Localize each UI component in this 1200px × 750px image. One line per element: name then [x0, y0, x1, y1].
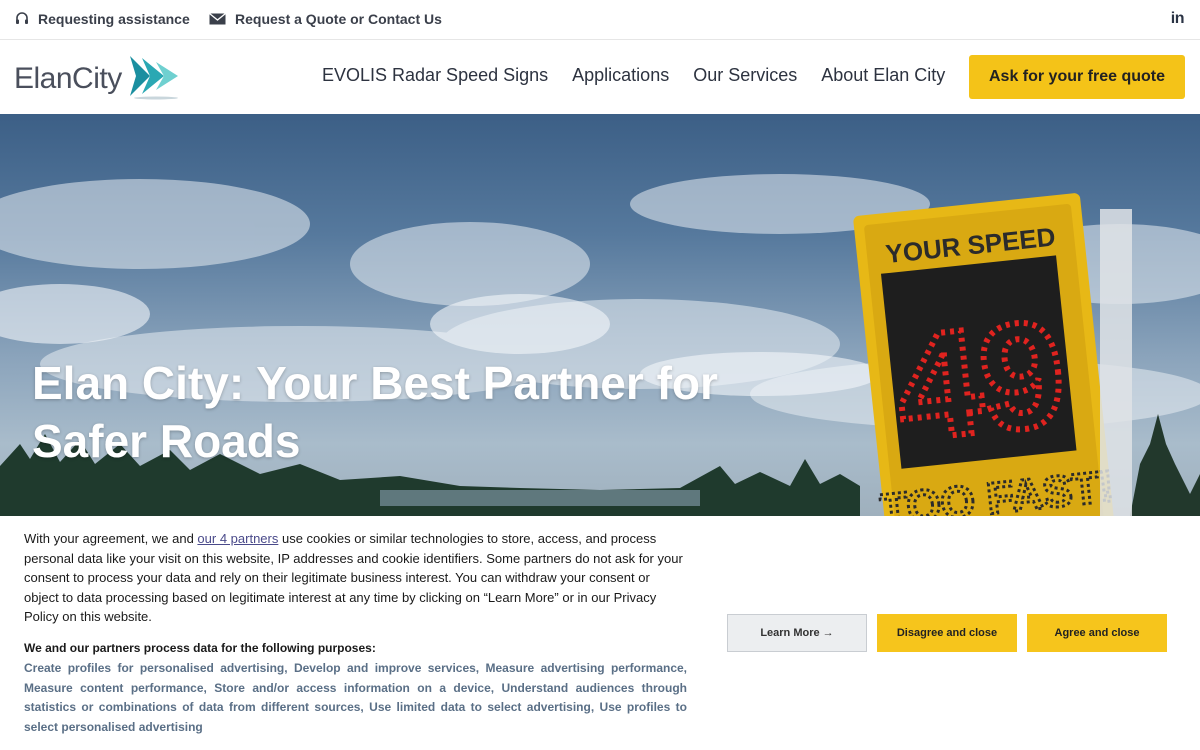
logo-wordmark: ElanCity — [14, 61, 122, 95]
requesting-assistance-link[interactable]: Requesting assistance — [15, 11, 190, 27]
learn-more-button[interactable]: Learn More → — [727, 614, 867, 652]
hero-banner: YOUR SPEED 49 TOO FAST! Elan City: Your … — [0, 114, 1200, 516]
cookie-consent-text: With your agreement, we and our 4 partne… — [24, 529, 687, 627]
cookie-text-lead: With your agreement, we and — [24, 531, 198, 546]
headset-icon — [15, 12, 29, 26]
main-nav: EVOLIS Radar Speed Signs Applications Ou… — [322, 65, 945, 86]
free-quote-button[interactable]: Ask for your free quote — [969, 55, 1185, 99]
sign-speed-digits: 49 — [889, 288, 1073, 473]
agree-and-close-button[interactable]: Agree and close — [1027, 614, 1167, 652]
purposes-list: Create profiles for personalised adverti… — [24, 661, 687, 734]
envelope-icon — [209, 13, 226, 25]
logo-chevrons-icon — [126, 52, 184, 105]
nav-our-services[interactable]: Our Services — [693, 65, 797, 86]
hero-title: Elan City: Your Best Partner for Safer R… — [32, 357, 718, 467]
partners-link[interactable]: our 4 partners — [197, 531, 278, 546]
cookie-consent-banner: With your agreement, we and our 4 partne… — [0, 516, 1200, 750]
utility-bar: Requesting assistance Request a Quote or… — [0, 0, 1200, 40]
purposes-heading: We and our partners process data for the… — [24, 641, 376, 655]
requesting-assistance-label: Requesting assistance — [38, 11, 190, 27]
nav-about-elan-city[interactable]: About Elan City — [821, 65, 945, 86]
request-quote-contact-label: Request a Quote or Contact Us — [235, 11, 442, 27]
request-quote-contact-link[interactable]: Request a Quote or Contact Us — [209, 11, 442, 27]
linkedin-icon[interactable]: in — [1171, 10, 1185, 28]
nav-evolis-radar-speed-signs[interactable]: EVOLIS Radar Speed Signs — [322, 65, 548, 86]
disagree-and-close-button[interactable]: Disagree and close — [877, 614, 1017, 652]
nav-applications[interactable]: Applications — [572, 65, 669, 86]
elancity-logo[interactable]: ElanCity — [14, 52, 184, 105]
site-header: ElanCity EVOLIS Radar Speed Signs Applic… — [0, 40, 1200, 114]
